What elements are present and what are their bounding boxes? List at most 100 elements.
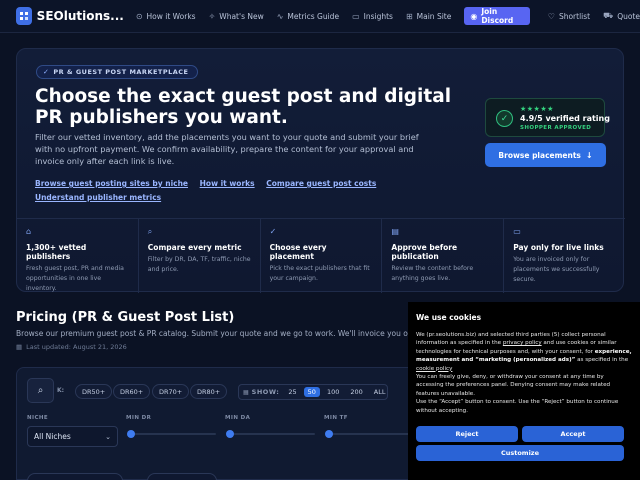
min-da-slider[interactable] [226, 430, 315, 438]
document-icon: ▤ [391, 227, 399, 236]
chip-dr70[interactable]: DR70+ [152, 384, 190, 399]
pulse-icon: ∿ [276, 11, 284, 21]
nav-metrics-guide[interactable]: ∿ Metrics Guide [277, 12, 339, 21]
shortlist-label: Shortlist [558, 11, 591, 21]
filter-pill[interactable] [27, 473, 123, 480]
building-icon: ⌂ [26, 227, 32, 236]
filter-pill[interactable] [147, 473, 217, 480]
show-label: SHOW: [251, 388, 280, 396]
brand-name[interactable]: SEOlutions... [37, 9, 124, 23]
chip-dr50[interactable]: DR50+ [75, 384, 113, 399]
link-compare-costs[interactable]: Compare guest post costs [266, 179, 376, 188]
show-option-50[interactable]: 50 [303, 387, 320, 397]
slider-handle[interactable] [226, 430, 234, 438]
feature-title: Approve before publication [391, 243, 458, 261]
check-icon: ✓ [269, 227, 277, 236]
reject-button[interactable]: Reject [416, 426, 518, 442]
pricing-title: Pricing (PR & Guest Post List) [16, 310, 235, 325]
browse-placements-button[interactable]: Browse placements ↓ [485, 143, 606, 167]
arrow-down-icon: ↓ [585, 150, 593, 160]
filter-panel: ⌕ K: DR50+ DR60+ DR70+ DR80+ ▦ SHOW: 25 … [16, 367, 416, 480]
site-icon: ⊞ [405, 11, 413, 21]
link-how-it-works[interactable]: How it works [200, 179, 255, 188]
feature-item: ⌂ 1,300+ vetted publishers Fresh guest pos… [17, 219, 139, 293]
hero-links: Browse guest posting sites by niche How … [35, 177, 415, 205]
search-icon: ⌕ [37, 385, 44, 396]
sparkle-icon: ✧ [208, 11, 216, 21]
calendar-icon: ▦ [16, 343, 23, 351]
slider-handle[interactable] [325, 430, 333, 438]
slider-handle[interactable] [127, 430, 135, 438]
min-da-label: MIN DA [225, 415, 251, 421]
nav-how-it-works[interactable]: ⊙ How it Works [136, 12, 196, 21]
cookie-text-part: Use the “Accept” button to consent. Use … [416, 399, 619, 414]
niche-select[interactable]: All Niches ⌄ [27, 426, 118, 447]
feature-desc: Filter by DR, DA, TF, traffic, niche and… [147, 256, 251, 273]
feature-desc: Review the content before anything goes … [391, 265, 474, 282]
min-dr-label: MIN DR [126, 415, 152, 421]
feature-title: 1,300+ vetted publishers [26, 243, 87, 261]
hero-title: Choose the exact guest post and digital … [35, 86, 452, 128]
info-icon: ⊙ [135, 11, 143, 21]
feature-row: ⌂ 1,300+ vetted publishers Fresh guest pos… [17, 218, 625, 293]
nav-insights[interactable]: ▭ Insights [352, 12, 393, 21]
min-dr-slider[interactable] [127, 430, 216, 438]
min-tf-slider[interactable] [325, 430, 414, 438]
show-option-all[interactable]: ALL [370, 387, 390, 397]
cookie-policy-link[interactable]: cookie policy [416, 366, 452, 372]
pricing-description: Browse our premium guest post & PR catal… [16, 329, 416, 338]
quote-button[interactable]: ⛟ Quote [603, 11, 640, 21]
feature-title: Pay only for live links [513, 243, 604, 252]
marketplace-badge: ✓ PR & GUEST POST MARKETPLACE [36, 65, 198, 79]
cart-icon: ⛟ [603, 11, 614, 20]
feature-desc: Fresh guest post, PR and media opportuni… [26, 265, 124, 292]
quote-label: Quote [617, 11, 640, 21]
customize-button[interactable]: Customize [416, 445, 624, 461]
shortlist-button[interactable]: ♡ Shortlist [548, 12, 590, 21]
last-updated: ▦ Last updated: August 21, 2026 [16, 343, 127, 351]
cookie-title: We use cookies [416, 313, 482, 322]
cookie-dialog: We use cookies We (pr.seolutions.biz) an… [408, 302, 640, 480]
quick-filter-label: K: [57, 387, 65, 394]
accept-button[interactable]: Accept [522, 426, 624, 442]
cookie-text: We (pr.seolutions.biz) and selected thir… [416, 331, 632, 415]
feature-item: ✓ Choose every placement Pick the exact pu… [261, 219, 383, 293]
search-icon: ⌕ [147, 227, 153, 236]
show-count-group: ▦ SHOW: 25 50 100 200 ALL [238, 384, 388, 400]
privacy-policy-link[interactable]: privacy policy [503, 340, 542, 346]
niche-value: All Niches [34, 432, 71, 441]
logo-icon[interactable] [16, 7, 32, 25]
feature-item: ▭ Pay only for live links You are invoiced… [504, 219, 625, 293]
discord-label: Join Discord [481, 7, 514, 25]
link-browse-by-niche[interactable]: Browse guest posting sites by niche [35, 179, 188, 188]
nav-main-site[interactable]: ⊞ Main Site [406, 12, 451, 21]
feature-item: ▤ Approve before publication Review the co… [382, 219, 505, 293]
book-icon: ▭ [352, 11, 360, 21]
min-tf-label: MIN TF [324, 415, 348, 421]
join-discord-button[interactable]: ◉ Join Discord [464, 7, 530, 25]
hero-card: ✓ PR & GUEST POST MARKETPLACE Choose the … [16, 48, 625, 293]
feature-title: Choose every placement [269, 243, 327, 261]
feature-desc: You are invoiced only for placements we … [513, 256, 600, 283]
feature-title: Compare every metric [147, 243, 242, 252]
heart-icon: ♡ [547, 11, 555, 21]
cookie-text-part: You can freely give, deny, or withdraw y… [416, 374, 611, 397]
rating-source: SHOPPER APPROVED [520, 125, 592, 131]
browse-label: Browse placements [498, 150, 581, 160]
chip-dr60[interactable]: DR60+ [113, 384, 151, 399]
rating-card[interactable]: ✓ ★★★★★ 4.9/5 verified rating SHOPPER AP… [485, 98, 610, 137]
link-publisher-metrics[interactable]: Understand publisher metrics [35, 193, 161, 202]
badge-text: PR & GUEST POST MARKETPLACE [53, 68, 189, 76]
search-button[interactable]: ⌕ [27, 378, 54, 403]
chip-dr80[interactable]: DR80+ [190, 384, 228, 399]
stars-icon: ★★★★★ [520, 105, 554, 113]
niche-label: NICHE [27, 415, 49, 421]
feature-item: ⌕ Compare every metric Filter by DR, DA, T… [139, 219, 261, 293]
show-option-200[interactable]: 200 [346, 387, 366, 397]
grid-icon: ▦ [243, 388, 249, 396]
nav-whats-new[interactable]: ✧ What's New [209, 12, 264, 21]
hero-description: Filter our vetted inventory, add the pla… [35, 132, 419, 166]
nav-label: Main Site [416, 11, 452, 21]
show-option-100[interactable]: 100 [323, 387, 343, 397]
show-option-25[interactable]: 25 [284, 387, 300, 397]
